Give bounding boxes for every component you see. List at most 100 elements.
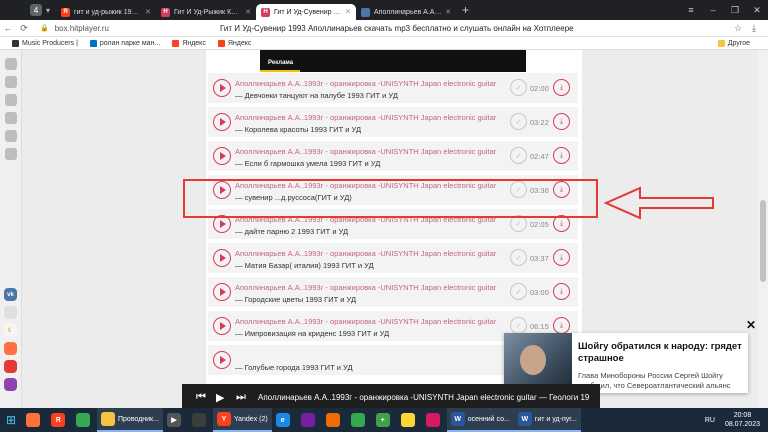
play-circle-icon[interactable] [213,351,231,369]
track-row[interactable]: Аполлинарьев А.А..1993г - оранжировка -U… [208,141,578,173]
close-icon[interactable]: ✕ [245,8,251,16]
tab-counter[interactable]: 4 [30,4,42,16]
track-artist[interactable]: Аполлинарьев А.А..1993г - оранжировка -U… [235,79,496,88]
taskbar-word-doc[interactable]: W гит и уд-пуг... [513,408,581,432]
track-title: — Королева красоты 1993 ГИТ и УД [235,125,362,134]
language-indicator[interactable]: RU [705,417,715,424]
close-icon[interactable]: ✕ [345,8,351,16]
bookmark-item[interactable]: Music Producers | [12,39,78,47]
taskbar-pinned-ie[interactable]: e [272,408,297,432]
window-close-icon[interactable]: ✕ [746,5,768,16]
browser-tab[interactable]: Аполлинарьев А.А..1993г ✕ [356,4,456,20]
taskbar-explorer[interactable]: Проводник... [97,408,163,432]
windows-start-icon[interactable]: ⊞ [0,408,22,432]
play-circle-icon[interactable] [213,147,231,165]
download-icon[interactable]: ⤓ [553,113,570,130]
sidebar-music-icon[interactable] [5,112,17,124]
reload-icon[interactable]: ⟳ [16,23,32,34]
track-artist[interactable]: Аполлинарьев А.А..1993г - оранжировка -U… [235,147,496,156]
bookmark-item[interactable]: ролан парке ман... [89,39,160,47]
yandex-sidebar: vk ☾ [0,50,22,408]
menu-icon[interactable]: ≡ [680,5,702,16]
maximize-icon[interactable]: ❐ [724,5,746,16]
track-row[interactable]: Аполлинарьев А.А..1993г - оранжировка -U… [208,277,578,309]
taskbar-pinned-yandex[interactable]: Я [47,408,72,432]
sidebar-grid-icon[interactable] [5,58,17,70]
bookmark-item[interactable]: Яндекс [172,39,206,47]
taskbar-pinned-chrome[interactable] [347,408,372,432]
moon-icon[interactable]: ☾ [4,324,17,337]
track-row[interactable]: Аполлинарьев А.А..1993г - оранжировка -U… [208,107,578,139]
next-icon[interactable]: ⏭ [236,391,246,404]
close-icon[interactable]: ✕ [145,8,151,16]
vk-icon[interactable]: vk [4,288,17,301]
chrome-icon [76,413,90,427]
url-text: box.hitplayer.ru [54,23,109,33]
back-arrow-icon[interactable]: ← [0,23,16,33]
new-tab-plus-icon[interactable]: + [462,3,469,17]
taskbar-pinned-app[interactable]: ▶ [163,408,188,432]
sidebar-tv-icon[interactable] [5,130,17,142]
track-row[interactable]: Аполлинарьев А.А..1993г - оранжировка -U… [208,243,578,275]
play-circle-icon[interactable] [213,283,231,301]
track-artist[interactable]: Аполлинарьев А.А..1993г - оранжировка -U… [235,249,496,258]
download-icon[interactable]: ⤓ [553,147,570,164]
url-field[interactable]: 🔒 box.hitplayer.ru [40,24,109,33]
clock-icon: ✓ [510,283,527,300]
sidebar-app-icon[interactable] [4,342,17,355]
previous-icon[interactable]: ⏮ [196,391,206,404]
chrome-icon [350,413,365,427]
play-circle-icon[interactable] [213,79,231,97]
play-circle-icon[interactable] [213,113,231,131]
taskbar-pinned-firefox[interactable] [22,408,47,432]
bookmark-label: Music Producers | [22,39,78,47]
download-icon[interactable]: ⤓ [553,283,570,300]
taskbar-pinned-app[interactable]: + [372,408,397,432]
play-circle-icon[interactable] [213,249,231,267]
sidebar-chat-icon[interactable] [5,94,17,106]
download-icon[interactable]: ⤓ [553,249,570,266]
tab-list-chevron-icon[interactable]: ▾ [46,6,50,15]
taskbar-pinned-chrome[interactable] [72,408,97,432]
bookmark-favicon-icon [12,39,19,47]
taskbar-pinned-app[interactable] [188,408,213,432]
download-icon[interactable]: ⤓ [746,23,762,34]
taskbar-word-doc[interactable]: W осенний со... [446,408,514,432]
page-scrollbar[interactable] [758,50,768,408]
ad-banner[interactable] [260,50,526,72]
taskbar-yandex[interactable]: Y Yandex (2) [212,408,272,432]
play-circle-icon[interactable] [213,317,231,335]
alice-icon[interactable] [4,378,17,391]
clock-time: 20:08 [733,412,752,419]
notification-close-icon[interactable]: ✕ [746,318,756,332]
download-icon[interactable]: ⤓ [553,317,570,334]
close-icon[interactable]: ✕ [445,8,451,16]
browser-tab-active[interactable]: H Гит И Уд-Сувенир 1993 ✕ [256,4,357,20]
clock[interactable]: 20:08 08.07.2023 [725,411,760,429]
taskbar-label: Проводник... [118,415,159,423]
track-row[interactable]: Аполлинарьев А.А..1993г - оранжировка -U… [208,73,578,105]
bookmark-star-icon[interactable]: ☆ [730,23,746,34]
sidebar-bell-icon[interactable] [5,76,17,88]
minimize-icon[interactable]: – [702,5,724,16]
scrollbar-thumb[interactable] [760,200,766,282]
browser-tab[interactable]: H Гит И Уд-Рыжик Классно ✕ [156,4,256,20]
sidebar-app-icon[interactable] [4,360,17,373]
taskbar-pinned-app[interactable] [297,408,322,432]
yandex-favicon-icon [217,39,225,47]
sidebar-video-icon[interactable] [5,148,17,160]
track-artist[interactable]: Аполлинарьев А.А..1993г - оранжировка -U… [235,113,496,122]
sidebar-app-icon[interactable] [4,306,17,319]
taskbar-pinned-app[interactable] [322,408,347,432]
taskbar-pinned-app[interactable] [422,408,447,432]
other-bookmarks[interactable]: Другое [717,39,750,47]
browser-tab[interactable]: Я гит и уд-рыжик 1993 аппо ✕ [56,4,156,20]
taskbar-pinned-app[interactable] [397,408,422,432]
bookmark-item[interactable]: Яндекс [217,39,251,47]
play-icon[interactable]: ▶ [216,391,224,404]
track-artist[interactable]: Аполлинарьев А.А..1993г - оранжировка -U… [235,283,496,292]
bookmark-label: Другое [727,39,750,47]
download-icon[interactable]: ⤓ [553,79,570,96]
track-artist[interactable]: Аполлинарьев А.А..1993г - оранжировка -U… [235,317,496,326]
track-title: — Матия Базар( италия) 1993 ГИТ и УД [235,261,374,270]
